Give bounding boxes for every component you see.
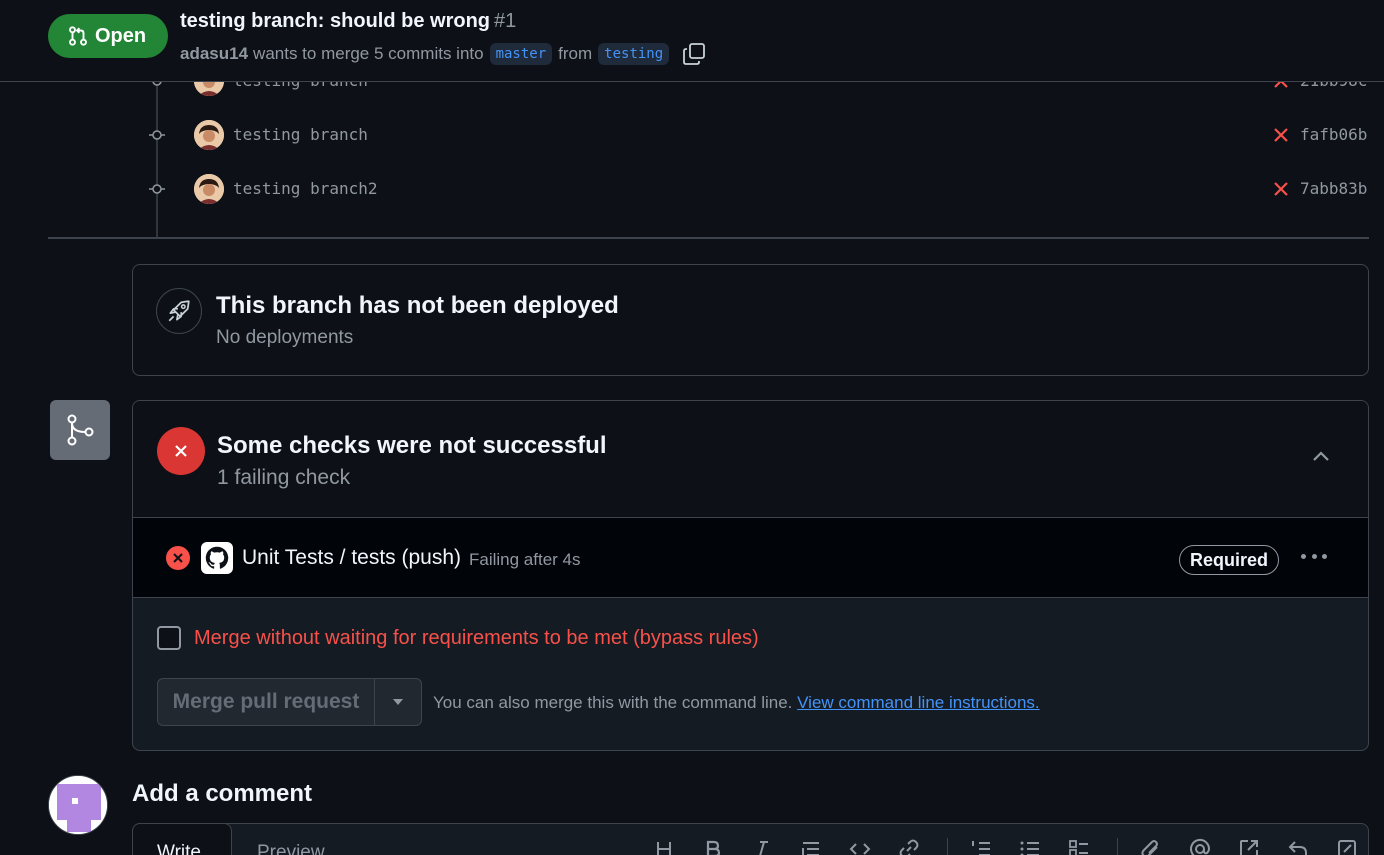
bypass-label[interactable]: Merge without waiting for requirements t… — [194, 627, 759, 650]
git-pull-request-icon — [69, 26, 87, 46]
toolbar-divider — [947, 838, 948, 855]
failed-status-icon — [157, 427, 205, 475]
merge-options-dropdown[interactable] — [374, 678, 422, 726]
cross-reference-icon[interactable] — [1238, 838, 1260, 855]
checks-summary[interactable]: Some checks were not successful 1 failin… — [133, 401, 1368, 518]
author-link[interactable]: adasu14 — [180, 44, 248, 64]
required-badge: Required — [1179, 545, 1280, 575]
deployment-subtitle: No deployments — [216, 327, 354, 348]
bold-icon[interactable] — [702, 838, 724, 855]
fullscreen-icon[interactable] — [1336, 838, 1358, 855]
rocket-icon — [156, 288, 202, 334]
avatar[interactable] — [194, 174, 224, 204]
commit-sha[interactable]: 7abb83b — [1300, 179, 1367, 198]
link-icon[interactable] — [898, 838, 920, 855]
base-branch[interactable]: master — [489, 43, 553, 65]
deployment-status: This branch has not been deployed No dep… — [132, 264, 1369, 376]
commit-message[interactable]: testing branch — [233, 125, 368, 144]
checks-title: Some checks were not successful — [217, 432, 607, 459]
cli-hint: You can also merge this with the command… — [433, 693, 1040, 713]
commit-node-icon — [149, 184, 165, 194]
commit-node-icon — [149, 130, 165, 140]
markdown-toolbar — [653, 838, 1384, 855]
git-merge-icon — [50, 400, 110, 460]
pr-subtitle: adasu14 wants to merge 5 commits into ma… — [180, 41, 707, 67]
page-title: testing branch: should be wrong #1 — [180, 10, 516, 33]
pr-title: testing branch: should be wrong — [180, 10, 490, 32]
check-item[interactable]: Unit Tests / tests (push) Failing after … — [133, 518, 1368, 598]
bypass-checkbox[interactable] — [157, 626, 181, 650]
status-badge: Open — [48, 14, 168, 58]
attach-icon[interactable] — [1140, 838, 1162, 855]
cli-instructions-link[interactable]: View command line instructions. — [797, 693, 1040, 712]
code-icon[interactable] — [849, 838, 871, 855]
chevron-up-icon[interactable] — [1310, 445, 1332, 467]
tab-preview[interactable]: Preview — [257, 842, 325, 855]
status-label: Open — [95, 24, 147, 47]
checks-subtitle: 1 failing check — [217, 466, 351, 489]
toolbar-divider — [1117, 838, 1118, 855]
check-name[interactable]: Unit Tests / tests (push) — [242, 546, 461, 570]
merge-box: Some checks were not successful 1 failin… — [132, 400, 1369, 751]
italic-icon[interactable] — [751, 838, 773, 855]
github-logo-icon — [201, 542, 233, 574]
failed-x-icon[interactable] — [1272, 180, 1290, 198]
pr-number: #1 — [494, 10, 517, 32]
check-status: Failing after 4s — [469, 550, 581, 569]
from-label: from — [558, 44, 593, 63]
mention-icon[interactable] — [1189, 838, 1211, 855]
comment-heading: Add a comment — [132, 780, 313, 807]
failed-x-icon[interactable] — [1272, 126, 1290, 144]
unordered-list-icon[interactable] — [1019, 838, 1041, 855]
commit-message[interactable]: testing branch2 — [233, 179, 378, 198]
triangle-down-icon — [393, 699, 403, 705]
comment-editor: Write Preview — [132, 823, 1369, 855]
divider — [48, 237, 1369, 239]
head-branch[interactable]: testing — [598, 43, 670, 65]
commit-row[interactable]: testing branch2 7abb83b — [0, 168, 1384, 208]
tab-write[interactable]: Write — [132, 823, 232, 855]
quote-icon[interactable] — [800, 838, 822, 855]
commit-row[interactable]: testing branch fafb06b — [0, 114, 1384, 154]
ordered-list-icon[interactable] — [970, 838, 992, 855]
task-list-icon[interactable] — [1068, 838, 1090, 855]
pr-sticky-header: Open testing branch: should be wrong #1 a… — [0, 0, 1384, 82]
reply-icon[interactable] — [1287, 838, 1309, 855]
commit-sha[interactable]: fafb06b — [1300, 125, 1367, 144]
deployment-title: This branch has not been deployed — [216, 292, 619, 319]
merge-description: wants to merge 5 commits into — [253, 44, 484, 63]
more-options-icon[interactable] — [1298, 546, 1330, 566]
heading-icon[interactable] — [653, 838, 675, 855]
copy-icon[interactable] — [681, 41, 707, 67]
avatar[interactable] — [194, 120, 224, 150]
cli-hint-text: You can also merge this with the command… — [433, 693, 793, 712]
merge-pull-request-button[interactable]: Merge pull request — [157, 678, 375, 726]
avatar[interactable] — [48, 775, 108, 835]
failed-x-icon — [166, 546, 190, 570]
